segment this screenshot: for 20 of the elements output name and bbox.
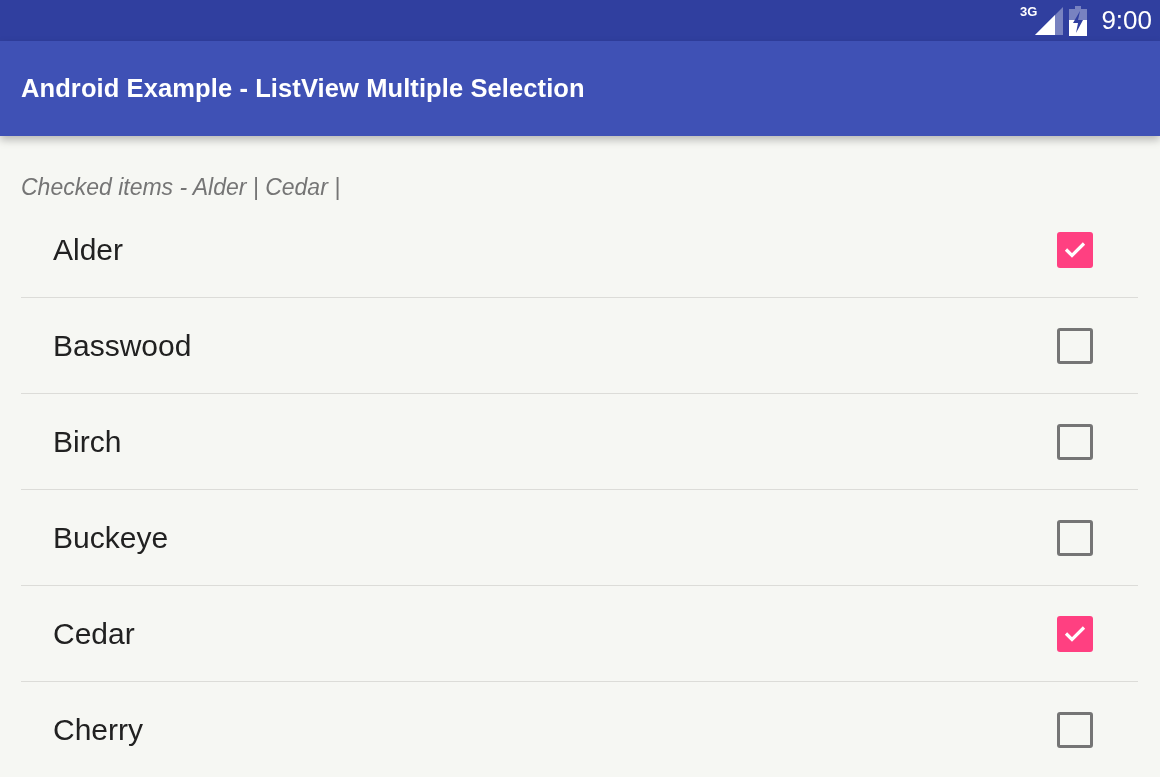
list-item-label[interactable]: Cherry [53,712,143,747]
checkmark-icon [1064,625,1086,642]
checked-items-summary: Checked items - Alder | Cedar | [21,173,341,202]
list-item-label[interactable]: Buckeye [53,520,169,555]
checkbox[interactable] [1057,327,1093,364]
checkbox[interactable] [1057,423,1093,460]
checked-checkbox[interactable] [1057,231,1093,268]
battery-charging-icon [1069,5,1088,36]
checkbox[interactable] [1057,711,1093,748]
list-item-label[interactable]: Birch [53,424,122,459]
list-item-label[interactable]: Cedar [53,616,135,651]
checked-checkbox[interactable] [1057,615,1093,652]
app-title: Android Example - ListView Multiple Selection [21,74,585,103]
list-item-label[interactable]: Alder [53,232,124,267]
clock-time: 9:00 [1101,5,1152,36]
network-type-label: 3G [1020,4,1038,19]
checkmark-icon [1064,241,1086,258]
list-item-label[interactable]: Basswood [53,328,192,363]
signal-icon [1035,6,1064,35]
checkbox[interactable] [1057,519,1093,556]
